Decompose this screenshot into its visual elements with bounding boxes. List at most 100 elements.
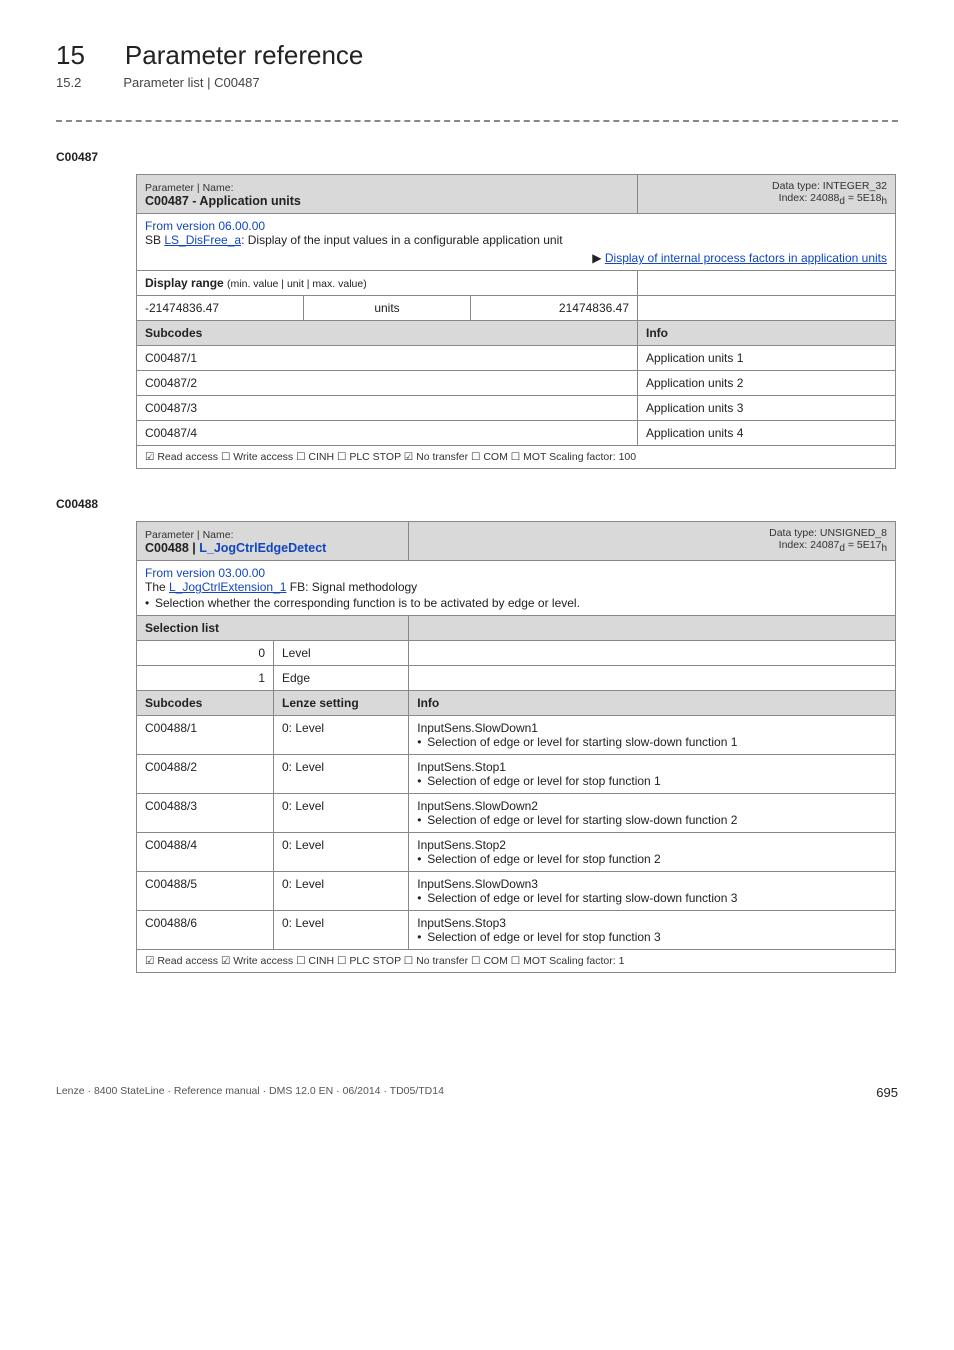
- subcode-info: InputSens.Stop2 Selection of edge or lev…: [409, 833, 896, 872]
- empty-cell: [638, 271, 896, 296]
- sb-pre: SB: [145, 233, 164, 247]
- subcode: C00487/4: [137, 421, 638, 446]
- page-number: 695: [876, 1085, 898, 1100]
- subcodes-hdr: Subcodes: [137, 691, 274, 716]
- subcode: C00488/3: [137, 794, 274, 833]
- subcode: C00488/4: [137, 833, 274, 872]
- empty-cell: [409, 616, 896, 641]
- info-title: InputSens.SlowDown2: [417, 799, 538, 813]
- info-bullet: Selection of edge or level for starting …: [417, 735, 887, 749]
- info-hdr: Info: [638, 321, 896, 346]
- lenze-setting: 0: Level: [274, 794, 409, 833]
- range-max: 21474836.47: [471, 296, 638, 321]
- pname-link[interactable]: L_JogCtrlEdgeDetect: [199, 541, 326, 555]
- arrow-icon: ▶: [592, 251, 605, 265]
- page-footer: Lenze · 8400 StateLine · Reference manua…: [0, 1085, 954, 1120]
- info-bullet: Selection of edge or level for stop func…: [417, 852, 887, 866]
- subcode-info: InputSens.SlowDown1 Selection of edge or…: [409, 716, 896, 755]
- range-min: -21474836.47: [137, 296, 304, 321]
- subcode-info: InputSens.SlowDown2 Selection of edge or…: [409, 794, 896, 833]
- divider: [56, 120, 898, 122]
- datatype-line2-pre: Index: 24088: [779, 192, 840, 204]
- subcode-info: Application units 3: [638, 396, 896, 421]
- desc-pre: The: [145, 580, 169, 594]
- access-flags: ☑ Read access ☑ Write access ☐ CINH ☐ PL…: [137, 950, 896, 973]
- subcode: C00487/1: [137, 346, 638, 371]
- datatype-line2-mid: = 5E18: [845, 192, 882, 204]
- display-range-hdr: Display range (min. value | unit | max. …: [137, 271, 638, 296]
- subcodes-hdr: Subcodes: [137, 321, 638, 346]
- lenze-setting: 0: Level: [274, 716, 409, 755]
- access-flags: ☑ Read access ☐ Write access ☐ CINH ☐ PL…: [137, 446, 896, 469]
- sb-post: : Display of the input values in a confi…: [241, 233, 563, 247]
- table-c00487: Parameter | Name: C00487 - Application u…: [136, 174, 896, 469]
- subcode-info: Application units 1: [638, 346, 896, 371]
- section-subheader: 15.2 Parameter list | C00487: [56, 75, 898, 90]
- datatype-line1: Data type: UNSIGNED_8: [769, 527, 887, 539]
- pname-pre: C00488 |: [145, 541, 199, 555]
- pname-label: Parameter | Name:: [145, 529, 234, 541]
- selection-val: Edge: [274, 666, 409, 691]
- datatype-line2-mid: = 5E17: [845, 539, 882, 551]
- subcode-info: InputSens.Stop1 Selection of edge or lev…: [409, 755, 896, 794]
- info-hdr: Info: [409, 691, 896, 716]
- subcode: C00487/2: [137, 371, 638, 396]
- subcode: C00488/6: [137, 911, 274, 950]
- info-title: InputSens.SlowDown3: [417, 877, 538, 891]
- info-title: InputSens.Stop2: [417, 838, 506, 852]
- footer-left: Lenze · 8400 StateLine · Reference manua…: [56, 1085, 444, 1100]
- selection-list-hdr: Selection list: [137, 616, 409, 641]
- lenze-setting: 0: Level: [274, 911, 409, 950]
- subcode: C00487/3: [137, 396, 638, 421]
- desc-link[interactable]: L_JogCtrlExtension_1: [169, 580, 286, 594]
- from-version-link[interactable]: From version 06.00.00: [145, 219, 265, 233]
- section-number: 15.2: [56, 75, 81, 90]
- datatype-cell: Data type: INTEGER_32 Index: 24088d = 5E…: [638, 175, 896, 214]
- from-version-link[interactable]: From version 03.00.00: [145, 566, 265, 580]
- chapter-header: 15 Parameter reference: [56, 40, 898, 71]
- subcode-info: InputSens.Stop3 Selection of edge or lev…: [409, 911, 896, 950]
- display-range-label: Display range: [145, 276, 227, 290]
- desc-bullet: Selection whether the corresponding func…: [145, 596, 887, 610]
- info-title: InputSens.Stop1: [417, 760, 506, 774]
- empty-cell: [409, 641, 896, 666]
- info-bullet: Selection of edge or level for stop func…: [417, 930, 887, 944]
- subcode: C00488/5: [137, 872, 274, 911]
- info-bullet: Selection of edge or level for stop func…: [417, 774, 887, 788]
- info-bullet: Selection of edge or level for starting …: [417, 813, 887, 827]
- info-title: InputSens.SlowDown1: [417, 721, 538, 735]
- empty-cell: [409, 666, 896, 691]
- datatype-line2-pre: Index: 24087: [779, 539, 840, 551]
- display-internal-link[interactable]: Display of internal process factors in a…: [605, 251, 887, 265]
- pname-cell: Parameter | Name: C00487 - Application u…: [137, 175, 638, 214]
- table-c00488: Parameter | Name: C00488 | L_JogCtrlEdge…: [136, 521, 896, 973]
- chapter-number: 15: [56, 40, 85, 71]
- datatype-line1: Data type: INTEGER_32: [772, 180, 887, 192]
- chapter-title: Parameter reference: [125, 40, 363, 71]
- pname-label: Parameter | Name:: [145, 182, 234, 194]
- sb-link[interactable]: LS_DisFree_a: [164, 233, 241, 247]
- lenze-setting: 0: Level: [274, 833, 409, 872]
- subcode: C00488/1: [137, 716, 274, 755]
- selection-num: 0: [137, 641, 274, 666]
- display-range-small: (min. value | unit | max. value): [227, 278, 367, 290]
- info-bullet: Selection of edge or level for starting …: [417, 891, 887, 905]
- desc-post: FB: Signal methodology: [286, 580, 417, 594]
- empty-cell: [638, 296, 896, 321]
- pname-cell: Parameter | Name: C00488 | L_JogCtrlEdge…: [137, 522, 409, 561]
- lenze-setting: 0: Level: [274, 755, 409, 794]
- datatype-cell: Data type: UNSIGNED_8 Index: 24087d = 5E…: [409, 522, 896, 561]
- sub-h: h: [881, 196, 887, 207]
- description-cell: From version 03.00.00 The L_JogCtrlExten…: [137, 561, 896, 616]
- sub-h: h: [881, 543, 887, 554]
- parameter-code-c00487: C00487: [56, 150, 898, 164]
- lenze-setting: 0: Level: [274, 872, 409, 911]
- subcode: C00488/2: [137, 755, 274, 794]
- parameter-code-c00488: C00488: [56, 497, 898, 511]
- description-cell: From version 06.00.00 SB LS_DisFree_a: D…: [137, 214, 896, 271]
- subcode-info: InputSens.SlowDown3 Selection of edge or…: [409, 872, 896, 911]
- info-title: InputSens.Stop3: [417, 916, 506, 930]
- lenze-setting-hdr: Lenze setting: [274, 691, 409, 716]
- subcode-info: Application units 2: [638, 371, 896, 396]
- section-title: Parameter list | C00487: [123, 75, 259, 90]
